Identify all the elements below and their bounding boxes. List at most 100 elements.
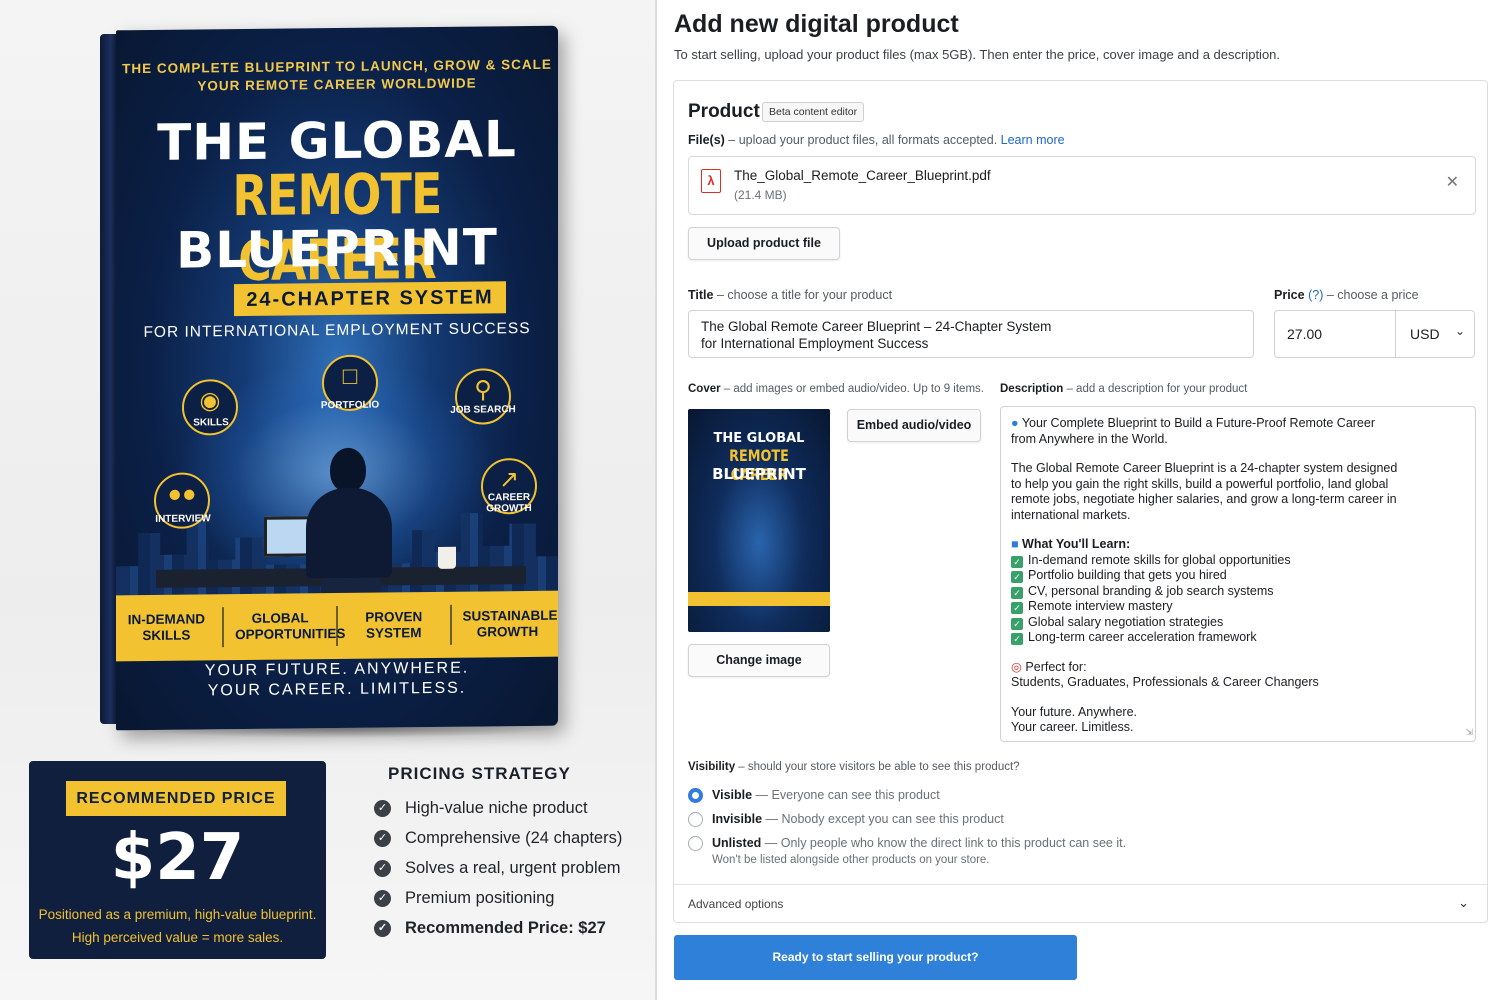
- desc-para-line: to help you gain the right skills, build…: [1011, 476, 1389, 491]
- description-label-text: Description: [1000, 383, 1064, 395]
- resize-handle-icon[interactable]: ⇲: [1465, 725, 1473, 741]
- icon-label-job-search: JOB SEARCH: [450, 404, 516, 416]
- strategy-item-text: Solves a real, urgent problem: [405, 858, 621, 877]
- beta-badge[interactable]: Beta content editor: [762, 102, 865, 122]
- desc-para-line: remote jobs, negotiate higher salaries, …: [1011, 492, 1397, 506]
- chevron-down-icon: ⌄: [1458, 895, 1469, 910]
- desc-learn-item: Portfolio building that gets you hired: [1028, 568, 1227, 582]
- book-slogan: YOUR FUTURE. ANYWHERE. YOUR CAREER. LIMI…: [116, 658, 558, 703]
- advanced-options-label: Advanced options: [688, 897, 784, 911]
- description-label: Description – add a description for your…: [1000, 383, 1247, 395]
- description-textarea[interactable]: ● Your Complete Blueprint to Build a Fut…: [1000, 406, 1476, 742]
- promo-panel: THE COMPLETE BLUEPRINT TO LAUNCH, GROW &…: [0, 0, 656, 1000]
- visibility-option-desc: — Everyone can see this product: [752, 788, 940, 802]
- upload-product-file-button[interactable]: Upload product file: [688, 227, 840, 260]
- person-graphic: [306, 447, 392, 579]
- visibility-visible-option[interactable]: Visible — Everyone can see this product: [712, 788, 940, 802]
- advanced-options-toggle[interactable]: Advanced options ⌄: [674, 884, 1487, 922]
- price-divider: [1395, 311, 1396, 357]
- pricing-strategy-list: ✓ High-value niche product ✓ Comprehensive…: [374, 793, 644, 943]
- files-hint: – upload your product files, all formats…: [724, 133, 1001, 147]
- visibility-visible-radio[interactable]: [688, 788, 703, 803]
- uploaded-file: λ The_Global_Remote_Career_Blueprint.pdf…: [688, 156, 1476, 215]
- title-input[interactable]: The Global Remote Career Blueprint – 24-…: [688, 310, 1254, 358]
- band-item-proven: PROVEN SYSTEM: [365, 609, 423, 641]
- visibility-invisible-radio[interactable]: [688, 812, 703, 827]
- book-chapter-badge: 24-CHAPTER SYSTEM: [234, 281, 506, 317]
- file-name: The_Global_Remote_Career_Blueprint.pdf: [734, 168, 991, 183]
- strategy-item-text: High-value niche product: [405, 798, 588, 817]
- remove-file-icon[interactable]: ✕: [1446, 172, 1459, 192]
- desc-learn-item: In-demand remote skills for global oppor…: [1028, 552, 1291, 567]
- band-divider: [222, 607, 225, 648]
- band-item-skills: IN-DEMAND SKILLS: [127, 611, 206, 644]
- desc-learn-item: CV, personal branding & job search syste…: [1028, 583, 1274, 598]
- embed-audio-video-button[interactable]: Embed audio/video: [847, 409, 981, 442]
- desc-para-line: The Global Remote Career Blueprint is a …: [1011, 461, 1398, 475]
- book-mockup: THE COMPLETE BLUEPRINT TO LAUNCH, GROW &…: [100, 25, 560, 738]
- price-field: 27.00 USD ⌄: [1274, 310, 1475, 358]
- product-heading: Product: [688, 101, 760, 122]
- price-label-text: Price: [1274, 288, 1305, 302]
- check-icon: ✓: [1011, 586, 1023, 599]
- change-image-button[interactable]: Change image: [688, 644, 830, 677]
- desc-learn-heading: What You'll Learn:: [1022, 537, 1131, 551]
- submit-button[interactable]: Ready to start selling your product?: [674, 935, 1077, 980]
- desc-intro-line1: Your Complete Blueprint to Build a Futur…: [1021, 416, 1375, 430]
- book-subtitle: FOR INTERNATIONAL EMPLOYMENT SUCCESS: [143, 319, 531, 342]
- product-form-panel: Add new digital product To start selling…: [657, 0, 1500, 1000]
- list-item: ✓ Solves a real, urgent problem: [374, 853, 644, 883]
- page-title: Add new digital product: [674, 10, 959, 38]
- check-circle-icon: ✓: [374, 919, 391, 937]
- band-item-growth: SUSTAINABLE GROWTH: [462, 607, 558, 640]
- book-cover: THE COMPLETE BLUEPRINT TO LAUNCH, GROW &…: [116, 25, 558, 731]
- price-help-link[interactable]: (?): [1308, 288, 1323, 302]
- cover-image[interactable]: THE GLOBAL REMOTE CAREER BLUEPRINT: [688, 409, 830, 632]
- check-icon: ✓: [1011, 602, 1023, 614]
- check-icon: ✓: [1011, 555, 1023, 568]
- list-item: ✓ Comprehensive (24 chapters): [374, 823, 644, 853]
- visibility-invisible-option[interactable]: Invisible — Nobody except you can see th…: [712, 812, 1004, 826]
- price-input[interactable]: 27.00: [1287, 326, 1322, 342]
- product-card: Product Beta content editor File(s) – up…: [673, 80, 1488, 923]
- book-slogan-line2: YOUR CAREER. LIMITLESS.: [207, 679, 467, 700]
- visibility-unlisted-note: Won't be listed alongside other products…: [712, 854, 990, 866]
- band-divider: [449, 604, 452, 645]
- visibility-option-name: Invisible: [712, 812, 763, 826]
- page-subtitle: To start selling, upload your product fi…: [674, 47, 1281, 62]
- cover-label: Cover – add images or embed audio/video.…: [688, 383, 984, 395]
- list-item: ✓ Recommended Price: $27: [374, 913, 644, 943]
- icon-label-career-growth: CAREER GROWTH: [486, 491, 532, 515]
- recommended-price-value: $27: [110, 821, 245, 895]
- learn-more-link[interactable]: Learn more: [1001, 133, 1065, 147]
- recommended-note-line2: High perceived value = more sales.: [71, 930, 284, 945]
- list-item: ✓ Premium positioning: [374, 883, 644, 913]
- file-size: (21.4 MB): [734, 188, 787, 202]
- band-divider: [335, 605, 338, 647]
- cover-hint: – add images or embed audio/video. Up to…: [720, 383, 984, 395]
- desc-perfect-heading: Perfect for:: [1025, 659, 1087, 674]
- book-title-line3: BLUEPRINT: [176, 218, 498, 280]
- book-icon: ■: [1011, 537, 1019, 551]
- desc-closing-line2: Your career. Limitless.: [1011, 720, 1134, 734]
- files-label: File(s) – upload your product files, all…: [688, 133, 1065, 147]
- visibility-label: Visibility – should your store visitors …: [688, 761, 1020, 773]
- chevron-down-icon[interactable]: ⌄: [1455, 324, 1465, 338]
- check-circle-icon: ✓: [374, 829, 391, 847]
- cover-label-text: Cover: [688, 383, 721, 395]
- currency-select[interactable]: USD: [1410, 326, 1440, 342]
- book-tagline: THE COMPLETE BLUEPRINT TO LAUNCH, GROW &…: [116, 56, 558, 97]
- icon-label-interview: INTERVIEW: [155, 513, 211, 525]
- visibility-unlisted-option[interactable]: Unlisted — Only people who know the dire…: [712, 836, 1126, 850]
- visibility-option-desc: — Nobody except you can see this product: [762, 812, 1004, 826]
- files-label-text: File(s): [688, 133, 725, 147]
- visibility-unlisted-radio[interactable]: [688, 836, 703, 851]
- check-icon: ✓: [1011, 617, 1023, 630]
- recommended-price-note: Positioned as a premium, high-value blue…: [29, 903, 326, 949]
- pricing-strategy-heading: PRICING STRATEGY: [388, 764, 571, 783]
- desc-perfect-text: Students, Graduates, Professionals & Car…: [1011, 675, 1319, 689]
- icon-label-skills: SKILLS: [193, 417, 229, 429]
- strategy-item-text: Premium positioning: [405, 888, 555, 907]
- cup-graphic: [438, 546, 456, 569]
- pricing-strategy: PRICING STRATEGY ✓ High-value niche produ…: [374, 764, 644, 943]
